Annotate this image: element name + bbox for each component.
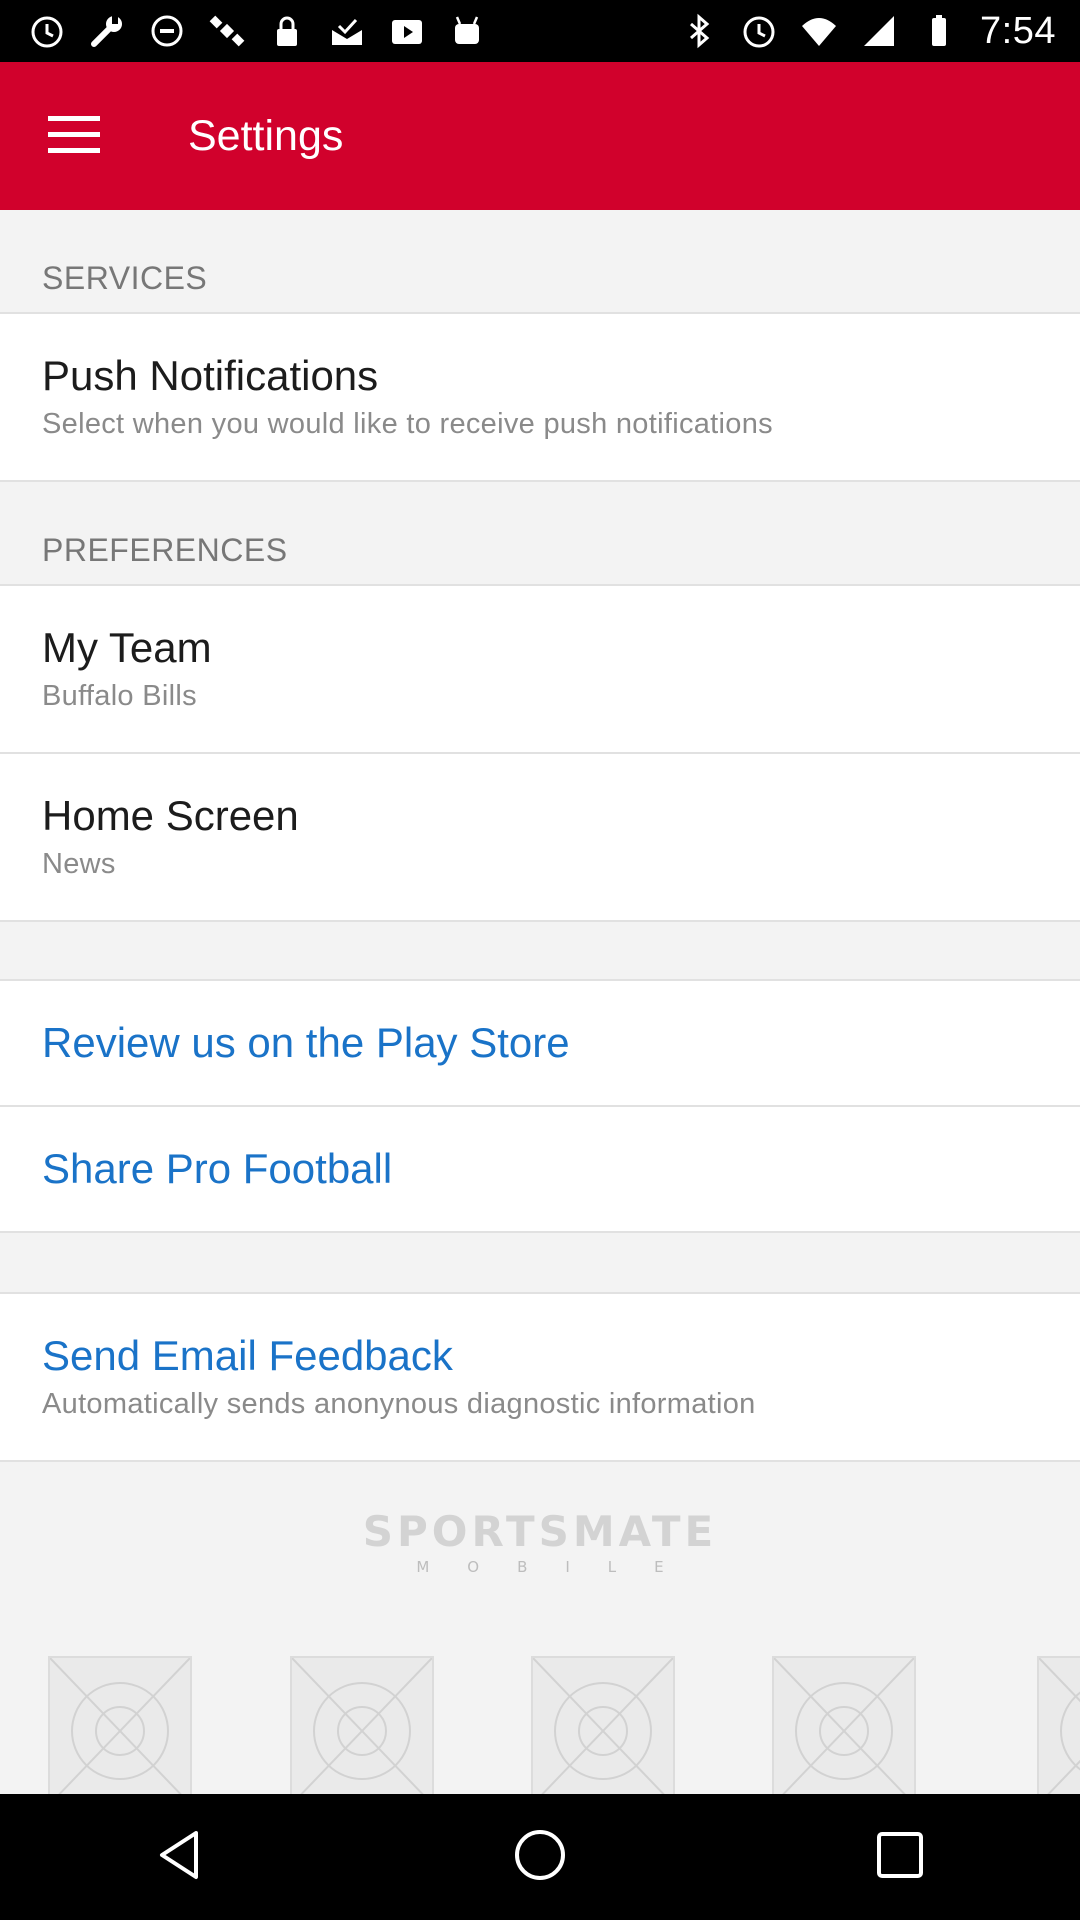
- status-bar-notification-icons: [28, 12, 486, 50]
- home-button[interactable]: [490, 1807, 590, 1907]
- bluetooth-icon: [680, 12, 718, 50]
- page-title: Settings: [188, 111, 344, 160]
- battery-icon: [920, 12, 958, 50]
- system-nav-bar: [0, 1794, 1080, 1920]
- placeholder-image-icon: [48, 1656, 192, 1794]
- status-bar-system-icons: 7:54: [680, 10, 1056, 53]
- section-spacer: [0, 1233, 1080, 1294]
- mail-check-icon: [328, 12, 366, 50]
- home-circle-icon: [512, 1827, 568, 1888]
- recents-square-icon: [872, 1827, 928, 1888]
- wrench-icon: [88, 12, 126, 50]
- placeholder-row: [0, 1618, 1080, 1794]
- satellite-icon: [208, 12, 246, 50]
- brand-footer: SPORTSMATE MOBILE: [0, 1462, 1080, 1622]
- my-team-item[interactable]: My Team Buffalo Bills: [0, 586, 1080, 754]
- review-play-store-label: Review us on the Play Store: [42, 1019, 570, 1066]
- home-screen-value: News: [42, 848, 116, 880]
- share-app-link[interactable]: Share Pro Football: [0, 1107, 1080, 1233]
- home-screen-item[interactable]: Home Screen News: [0, 754, 1080, 922]
- signal-icon: [860, 12, 898, 50]
- push-notifications-item[interactable]: Push Notifications Select when you would…: [0, 314, 1080, 482]
- send-email-feedback-item[interactable]: Send Email Feedback Automatically sends …: [0, 1294, 1080, 1462]
- placeholder-image-icon: [1037, 1656, 1080, 1794]
- android-icon: [448, 12, 486, 50]
- play-box-icon: [388, 12, 426, 50]
- review-play-store-link[interactable]: Review us on the Play Store: [0, 981, 1080, 1107]
- brand-logo-text: SPORTSMATE: [362, 1506, 718, 1556]
- section-header-services: SERVICES: [0, 240, 1080, 314]
- app-bar: Settings: [0, 62, 1080, 210]
- push-notifications-title: Push Notifications: [42, 352, 379, 399]
- back-triangle-icon: [152, 1827, 208, 1888]
- hamburger-menu-icon: [48, 114, 100, 159]
- my-team-title: My Team: [42, 624, 212, 671]
- send-email-feedback-title: Send Email Feedback: [42, 1332, 453, 1379]
- share-app-label: Share Pro Football: [42, 1145, 393, 1192]
- brand-logo-subtext: MOBILE: [416, 1557, 702, 1576]
- lock-icon: [268, 12, 306, 50]
- alarm-icon: [28, 12, 66, 50]
- recents-button[interactable]: [850, 1807, 950, 1907]
- no-entry-icon: [148, 12, 186, 50]
- section-spacer: [0, 922, 1080, 981]
- home-screen-title: Home Screen: [42, 792, 299, 839]
- placeholder-image-icon: [531, 1656, 675, 1794]
- section-spacer: [0, 482, 1080, 512]
- my-team-value: Buffalo Bills: [42, 680, 197, 712]
- top-spacer: [0, 210, 1080, 240]
- send-email-feedback-subtitle: Automatically sends anonynous diagnostic…: [42, 1388, 756, 1420]
- status-time: 7:54: [980, 9, 1056, 52]
- placeholder-image-icon: [290, 1656, 434, 1794]
- section-header-preferences: PREFERENCES: [0, 512, 1080, 586]
- placeholder-image-icon: [772, 1656, 916, 1794]
- push-notifications-subtitle: Select when you would like to receive pu…: [42, 408, 773, 440]
- back-button[interactable]: [130, 1807, 230, 1907]
- status-bar: 7:54: [0, 0, 1080, 62]
- wifi-icon: [800, 12, 838, 50]
- menu-button[interactable]: [0, 62, 148, 210]
- settings-list: SERVICES Push Notifications Select when …: [0, 210, 1080, 1622]
- alarm-icon: [740, 12, 778, 50]
